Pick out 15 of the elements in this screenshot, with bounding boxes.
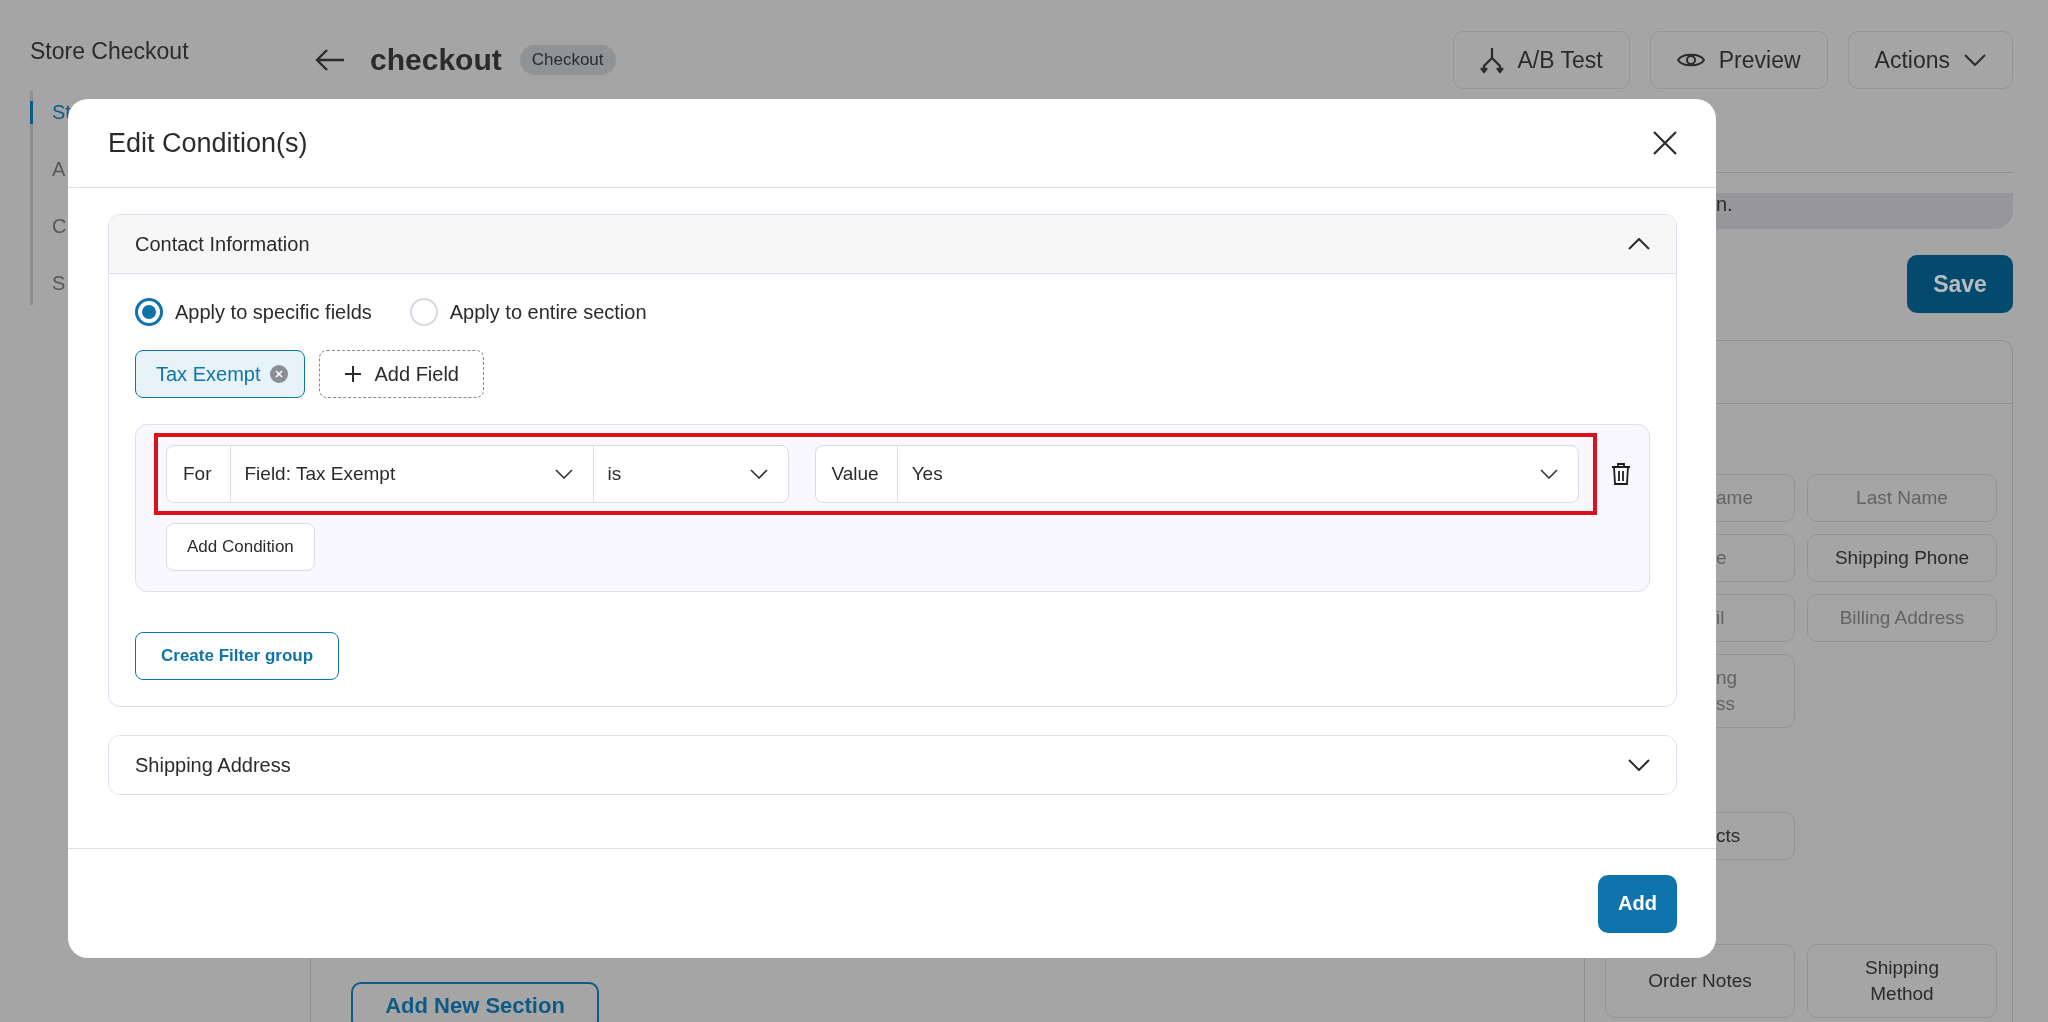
radio-label: Apply to entire section xyxy=(449,300,647,324)
modal-title: Edit Condition(s) xyxy=(108,127,308,159)
for-label: For xyxy=(167,446,231,502)
section-title: Contact Information xyxy=(135,232,310,256)
radio-label: Apply to specific fields xyxy=(175,300,372,324)
notice-text: n. xyxy=(1716,193,1733,215)
section-title: Shipping Address xyxy=(135,753,291,777)
page-type-badge: Checkout xyxy=(519,45,616,75)
select-value: Yes xyxy=(911,463,943,485)
select-value: is xyxy=(607,463,622,485)
tag-label: Tax Exempt xyxy=(156,362,261,386)
sidebar-title: Store Checkout xyxy=(30,38,190,65)
page-title: checkout xyxy=(370,43,502,77)
select-value: Field: Tax Exempt xyxy=(244,463,396,485)
value-label: Value xyxy=(815,446,898,502)
